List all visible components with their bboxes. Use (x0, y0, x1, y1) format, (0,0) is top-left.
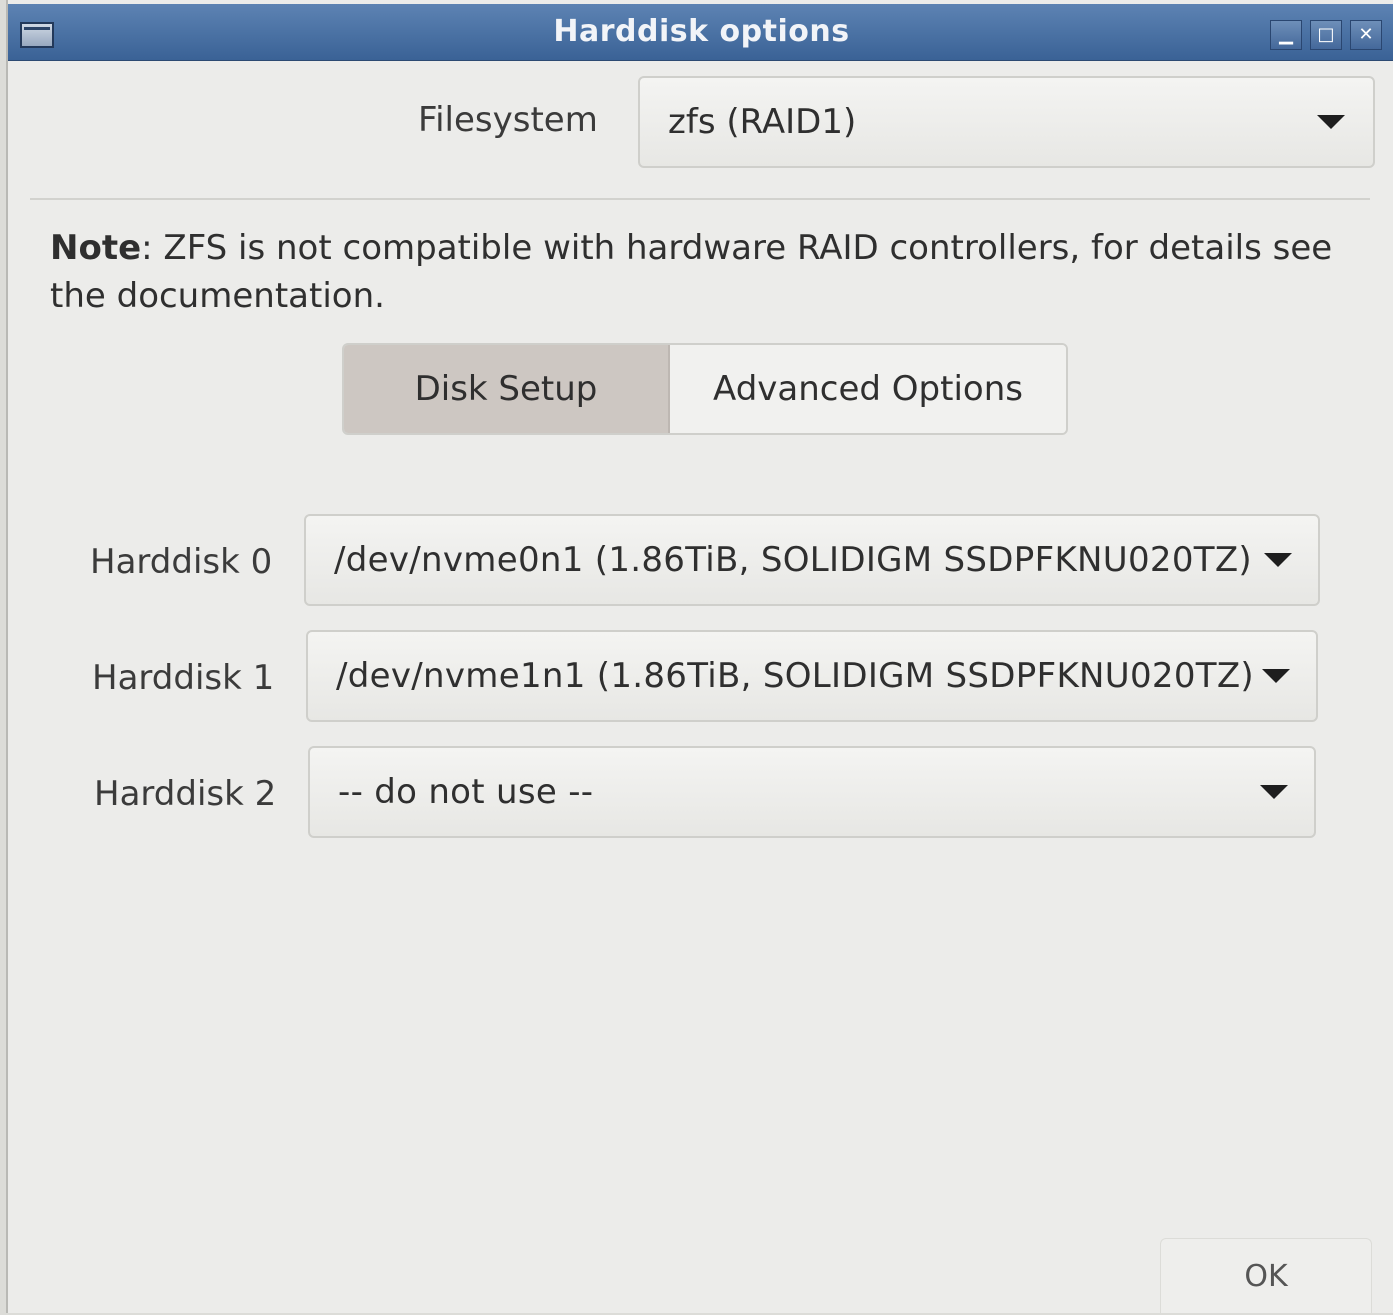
harddisk-2-label: Harddisk 2 (94, 774, 277, 814)
filesystem-select[interactable]: zfs (RAID1) (638, 76, 1375, 168)
title-bar[interactable]: Harddisk options ▁ □ ✕ (8, 4, 1393, 61)
note-prefix: Note (50, 228, 142, 268)
options-tabs: Disk Setup Advanced Options (342, 343, 1068, 435)
minimize-button[interactable]: ▁ (1270, 20, 1302, 50)
ok-button[interactable]: OK (1160, 1238, 1372, 1313)
zfs-note: Note: ZFS is not compatible with hardwar… (50, 224, 1370, 320)
close-button[interactable]: ✕ (1350, 20, 1382, 50)
harddisk-options-dialog: Harddisk options ▁ □ ✕ Filesystem zfs (R… (6, 0, 1393, 1313)
tab-advanced-options[interactable]: Advanced Options (670, 345, 1066, 433)
separator (30, 198, 1370, 200)
harddisk-1-label: Harddisk 1 (92, 658, 275, 698)
chevron-down-icon (1262, 669, 1290, 683)
harddisk-1-value: /dev/nvme1n1 (1.86TiB, SOLIDIGM SSDPFKNU… (336, 656, 1254, 696)
chevron-down-icon (1260, 785, 1288, 799)
harddisk-0-label: Harddisk 0 (90, 542, 273, 582)
harddisk-2-value: -- do not use -- (338, 772, 594, 812)
filesystem-label: Filesystem (418, 100, 598, 140)
window-title: Harddisk options (553, 14, 850, 49)
note-text: : ZFS is not compatible with hardware RA… (50, 228, 1333, 316)
maximize-button[interactable]: □ (1310, 20, 1342, 50)
filesystem-value: zfs (RAID1) (668, 102, 857, 142)
harddisk-2-select[interactable]: -- do not use -- (308, 746, 1316, 838)
harddisk-0-select[interactable]: /dev/nvme0n1 (1.86TiB, SOLIDIGM SSDPFKNU… (304, 514, 1320, 606)
harddisk-1-select[interactable]: /dev/nvme1n1 (1.86TiB, SOLIDIGM SSDPFKNU… (306, 630, 1318, 722)
tab-disk-setup[interactable]: Disk Setup (344, 345, 670, 433)
chevron-down-icon (1317, 115, 1345, 129)
harddisk-0-value: /dev/nvme0n1 (1.86TiB, SOLIDIGM SSDPFKNU… (334, 540, 1252, 580)
chevron-down-icon (1264, 553, 1292, 567)
